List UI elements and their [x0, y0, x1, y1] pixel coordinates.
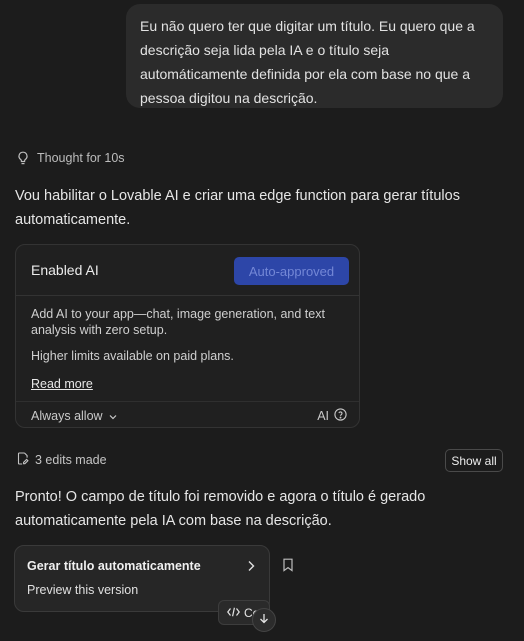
edits-label: 3 edits made [35, 453, 107, 467]
version-title: Gerar título automaticamente [27, 559, 201, 573]
file-edit-icon [17, 452, 29, 468]
auto-approved-button[interactable]: Auto-approved [234, 257, 349, 285]
assistant-reply-1: Vou habilitar o Lovable AI e criar uma e… [15, 188, 460, 228]
help-circle-icon [334, 408, 347, 424]
lightbulb-icon [17, 151, 29, 165]
chevron-right-icon [247, 559, 255, 577]
code-icon [227, 606, 240, 620]
assistant-reply-2: Pronto! O campo de título foi removido e… [15, 489, 426, 529]
ai-limits-note: Higher limits available on paid plans. [31, 349, 234, 363]
bookmark-icon[interactable] [282, 558, 294, 577]
edits-summary: 3 edits made [17, 450, 107, 470]
chevron-down-icon [109, 409, 117, 423]
show-all-button[interactable]: Show all [445, 449, 503, 472]
read-more-link[interactable]: Read more [31, 376, 93, 392]
user-message-bubble: Eu não quero ter que digitar um título. … [126, 4, 503, 108]
ai-card-body: Add AI to your app—chat, image generatio… [16, 296, 359, 402]
enabled-ai-card: Enabled AI Auto-approved Add AI to your … [15, 244, 360, 428]
permission-dropdown[interactable]: Always allow [31, 409, 117, 423]
ai-description: Add AI to your app—chat, image generatio… [31, 307, 325, 337]
ai-card-footer: Always allow AI [16, 402, 359, 427]
arrow-down-icon [259, 611, 269, 629]
ai-card-title: Enabled AI [31, 262, 99, 278]
ai-label: AI [317, 409, 329, 423]
ai-card-header: Enabled AI Auto-approved [16, 245, 359, 296]
chat-thread: Eu não quero ter que digitar um título. … [0, 0, 524, 641]
scroll-down-button[interactable] [252, 608, 276, 632]
thought-indicator[interactable]: Thought for 10s [17, 148, 125, 168]
user-message-text: Eu não quero ter que digitar um título. … [140, 18, 475, 106]
preview-version-link[interactable]: Preview this version [27, 583, 138, 597]
ai-info[interactable]: AI [317, 408, 347, 424]
permission-label: Always allow [31, 409, 103, 423]
thought-label: Thought for 10s [37, 151, 125, 165]
